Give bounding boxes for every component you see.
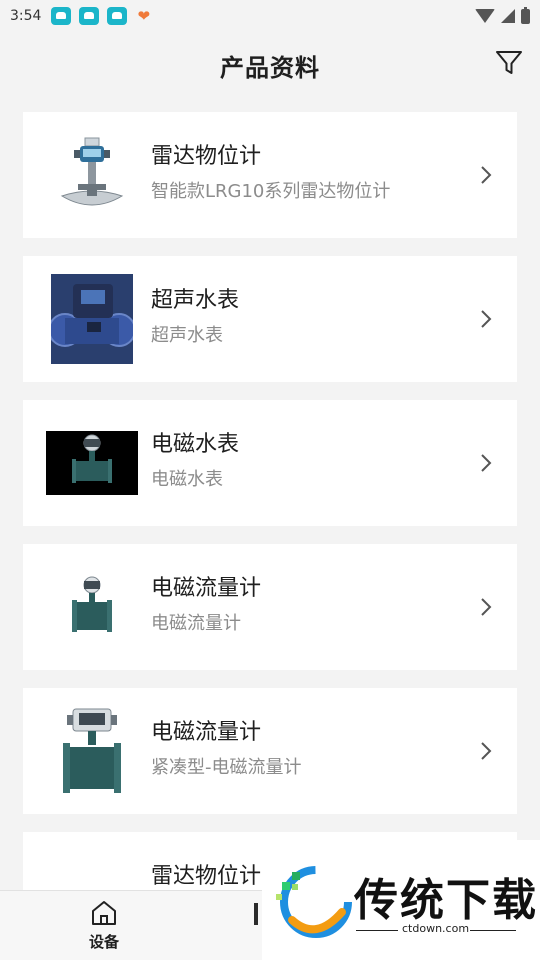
- ultrasonic-water-meter-image: [51, 274, 133, 364]
- products-nav-icon: [254, 903, 258, 925]
- product-text: 电磁水表 电磁水表: [151, 430, 239, 492]
- status-bar: 3:54 ❤: [0, 0, 540, 32]
- chevron-right-icon: [481, 598, 492, 616]
- header: 产品资料: [0, 32, 540, 98]
- wifi-icon: [475, 9, 495, 23]
- heart-notification-icon: ❤: [137, 7, 151, 25]
- product-title: 电磁流量计: [151, 720, 262, 745]
- home-icon: [92, 901, 116, 925]
- product-thumbnail: [45, 562, 139, 652]
- product-card[interactable]: 雷达物位计 智能款LRG10系列雷达物位计: [23, 112, 517, 238]
- watermark-domain: ctdown.com: [402, 922, 470, 935]
- product-card[interactable]: 电磁水表 电磁水表: [23, 400, 517, 526]
- watermark-divider: [470, 930, 516, 931]
- electromagnetic-water-meter-image: [46, 431, 138, 495]
- product-thumbnail: [45, 130, 139, 220]
- chevron-right-icon: [481, 454, 492, 472]
- app-notification-icon: [79, 7, 100, 25]
- product-text: 雷达物位计 智能款LRG10系列雷达物位计: [151, 142, 390, 204]
- product-text: 电磁流量计 电磁流量计: [151, 574, 261, 636]
- radar-level-meter-image: [60, 137, 124, 206]
- watermark-brand: 传统下载: [354, 875, 538, 926]
- nav-item-devices[interactable]: 设备: [74, 899, 134, 955]
- product-subtitle: 智能款LRG10系列雷达物位计: [151, 181, 391, 202]
- watermark: 传统下载 ctdown.com: [262, 840, 540, 960]
- battery-icon: [521, 6, 530, 24]
- status-indicators: [475, 6, 530, 24]
- product-subtitle: 电磁流量计: [151, 613, 241, 634]
- product-card[interactable]: 电磁流量计 电磁流量计: [23, 544, 517, 670]
- product-text: 雷达物位计: [151, 862, 261, 892]
- product-subtitle: 紧凑型-电磁流量计: [151, 757, 302, 778]
- chevron-right-icon: [481, 742, 492, 760]
- compact-electromagnetic-flowmeter-image: [63, 708, 121, 793]
- product-title: 雷达物位计: [151, 864, 262, 889]
- product-title: 超声水表: [151, 288, 240, 313]
- product-title: 雷达物位计: [151, 144, 262, 169]
- product-thumbnail: [45, 706, 139, 796]
- filter-button[interactable]: [494, 48, 524, 78]
- product-title: 电磁流量计: [151, 576, 262, 601]
- product-card[interactable]: 超声水表 超声水表: [23, 256, 517, 382]
- product-thumbnail: [45, 274, 139, 364]
- product-thumbnail: [45, 418, 139, 508]
- filter-icon: [496, 51, 522, 74]
- page-title: 产品资料: [220, 53, 320, 82]
- product-title: 电磁水表: [151, 432, 240, 457]
- product-card[interactable]: 电磁流量计 紧凑型-电磁流量计: [23, 688, 517, 814]
- product-list: 雷达物位计 智能款LRG10系列雷达物位计 超声水表 超声水表 电磁水表 电磁水…: [23, 112, 517, 960]
- product-subtitle: 超声水表: [151, 325, 223, 346]
- product-text: 电磁流量计 紧凑型-电磁流量计: [151, 718, 302, 780]
- nav-label-devices: 设备: [88, 933, 119, 951]
- watermark-logo: [276, 866, 352, 938]
- app-notification-icon: [51, 7, 72, 25]
- chevron-right-icon: [481, 310, 492, 328]
- product-subtitle: 电磁水表: [151, 469, 223, 490]
- app-notification-icon: [107, 7, 128, 25]
- electromagnetic-flowmeter-image: [72, 576, 112, 632]
- product-text: 超声水表 超声水表: [151, 286, 239, 348]
- chevron-right-icon: [481, 166, 492, 184]
- status-time: 3:54: [10, 8, 42, 24]
- watermark-divider: [356, 930, 398, 931]
- signal-icon: [501, 9, 515, 23]
